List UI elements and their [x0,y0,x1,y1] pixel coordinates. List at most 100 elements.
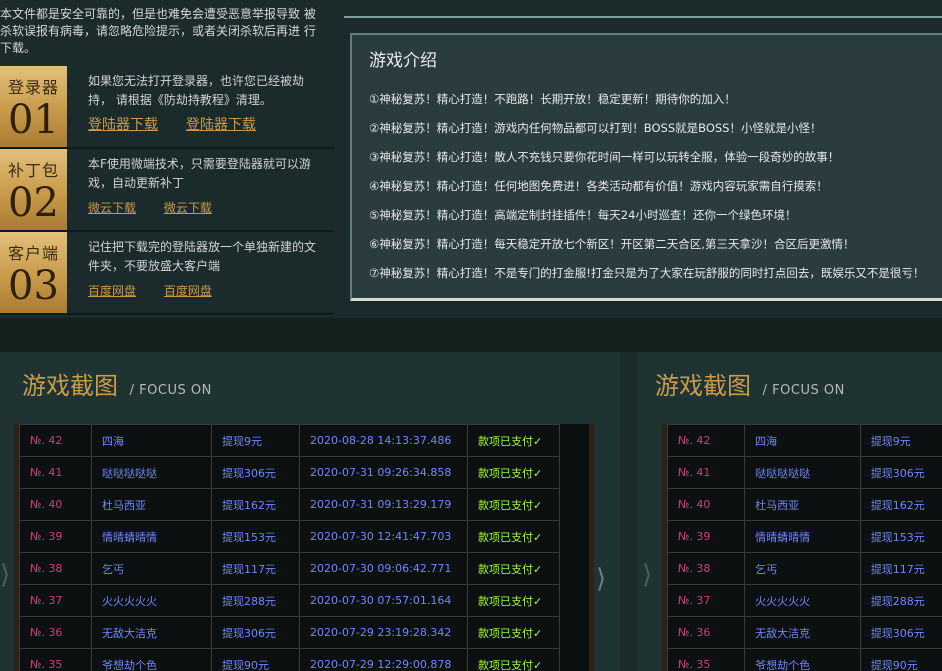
download-item-launcher: 登录器 01 如果您无法打开登录器，也许您已经被劫持， 请根据《防劫持教程》清理… [0,66,334,149]
payment-status: 款项已支付✓ [467,616,560,649]
withdraw-amount: 提现306元 [211,616,300,649]
player-name: 火火火火火 [91,584,212,617]
table-row: №. 38 乞丐 提现117元 [666,552,942,585]
table-row: №. 42 四海 提现9元 [666,424,942,457]
record-number: №. 36 [19,616,92,649]
launcher-download-link-2[interactable]: 登陆器下载 [186,117,256,133]
intro-item: ⑥神秘复苏！精心打造！每天稳定开放七个新区！开区第二天合区,第三天拿沙！合区后更… [369,237,855,251]
intro-item: ②神秘复苏！精心打造！游戏内任何物品都可以打到！BOSS就是BOSS！小怪就是小… [369,121,822,135]
table-row: №. 40 杜马西亚 提现162元 2020-07-31 09:13:29.179 款项… [19,488,560,521]
patch-download-link-1[interactable]: 微云下载 [88,201,136,215]
download-description: 本F使用微端技术，只需要登陆器就可以游戏，自动更新补丁 [88,157,311,190]
withdraw-amount: 提现162元 [859,488,942,521]
table-row: №. 36 无敌大洁克 提现306元 [666,616,942,649]
screenshot-section-right: 游戏截图 / FOCUS ON №. 42 四海 提现9元 №. 41 哒哒哒哒哒 提现3… [638,352,942,671]
withdraw-amount: 提现117元 [211,552,300,585]
player-name: 无敌大洁克 [744,616,861,649]
download-item-client: 客户端 03 记住把下载完的登陆器放一个单独新建的文件夹，不要放盛大客户端 百度… [0,232,334,315]
carousel-prev-icon[interactable]: ⟩ [0,562,10,588]
carousel-next-icon[interactable]: ⟩ [596,566,606,592]
download-badge-title: 客户端 [7,244,59,263]
client-download-link-2[interactable]: 百度网盘 [164,284,212,298]
withdraw-amount: 提现117元 [859,552,942,585]
download-list: 登录器 01 如果您无法打开登录器，也许您已经被劫持， 请根据《防劫持教程》清理… [0,66,334,315]
screenshot-subtitle: / FOCUS ON [762,383,845,398]
withdraw-amount: 提现9元 [859,424,942,457]
withdraw-time: 2020-08-28 14:13:37.486 [299,424,468,457]
record-number: №. 42 [19,424,92,457]
withdraw-time: 2020-07-29 23:19:28.342 [299,616,468,649]
table-row: №. 41 哒哒哒哒哒 提现306元 2020-07-31 09:26:34.858 款… [19,456,560,489]
payment-status: 款项已支付✓ [467,424,560,457]
client-download-link-1[interactable]: 百度网盘 [88,284,136,298]
withdraw-time: 2020-07-30 09:06:42.771 [299,552,468,585]
screenshot-title-text: 游戏截图 [655,372,751,400]
patch-download-link-2[interactable]: 微云下载 [164,201,212,215]
table-row: №. 35 爷想劫个色 提现90元 [666,648,942,671]
payment-status: 款项已支付✓ [467,552,560,585]
payment-status: 款项已支付✓ [467,456,560,489]
withdraw-time: 2020-07-30 07:57:01.164 [299,584,468,617]
table-row: №. 37 火火火火火 提现288元 [666,584,942,617]
screenshot-section-left: 游戏截图 / FOCUS ON №. 42 四海 提现9元 2020-08-28 14… [0,352,620,671]
carousel-prev-icon[interactable]: ⟩ [642,562,652,588]
table-row: №. 39 情晴蜻晴情 提现153元 [666,520,942,553]
table-row: №. 40 杜马西亚 提现162元 [666,488,942,521]
withdraw-time: 2020-07-31 09:13:29.179 [299,488,468,521]
player-name: 四海 [91,424,212,457]
security-notice: 本文件都是安全可靠的，但是也难免会遭受恶意举报导致 被杀软误报有病毒，请忽略危险… [0,7,316,55]
intro-list: ①神秘复苏！精心打造！不跑路！长期开放！稳定更新！期待你的加入！ ②神秘复苏！精… [369,85,942,288]
record-number: №. 40 [666,488,746,521]
player-name: 爷想劫个色 [91,648,212,671]
withdraw-time: 2020-07-29 12:29:00.878 [299,648,468,671]
record-number: №. 39 [19,520,92,553]
table-row: №. 38 乞丐 提现117元 2020-07-30 09:06:42.771 款项已支… [19,552,560,585]
record-number: №. 35 [19,648,92,671]
withdraw-time: 2020-07-31 09:26:34.858 [299,456,468,489]
player-name: 情晴蜻晴情 [744,520,861,553]
withdraw-amount: 提现90元 [211,648,300,671]
screenshot-title: 游戏截图 / FOCUS ON [22,366,212,401]
record-number: №. 38 [666,552,746,585]
intro-item: ⑦神秘复苏！精心打造！不是专门的打金服!打金只是为了大家在玩舒服的同时打点回去，… [369,266,925,280]
withdraw-records-table: №. 42 四海 提现9元 2020-08-28 14:13:37.486 款项已支付✓… [19,424,560,671]
player-name: 哒哒哒哒哒 [91,456,212,489]
player-name: 杜马西亚 [91,488,212,521]
screenshot-title: 游戏截图 / FOCUS ON [655,366,845,401]
withdraw-amount: 提现153元 [859,520,942,553]
withdraw-amount: 提现306元 [859,616,942,649]
record-number: №. 42 [666,424,746,457]
record-number: №. 40 [19,488,92,521]
table-row: №. 36 无敌大洁克 提现306元 2020-07-29 23:19:28.342 款… [19,616,560,649]
download-badge: 登录器 01 [0,66,67,147]
intro-item: ①神秘复苏！精心打造！不跑路！长期开放！稳定更新！期待你的加入！ [369,92,736,106]
withdraw-amount: 提现306元 [211,456,300,489]
player-name: 情晴蜻晴情 [91,520,212,553]
record-number: №. 35 [666,648,746,671]
section-divider [0,318,942,352]
intro-item: ④神秘复苏！精心打造！任何地图免费进！各类活动都有价值！游戏内容玩家需自行摸索！ [369,179,828,193]
record-number: №. 37 [19,584,92,617]
player-name: 无敌大洁克 [91,616,212,649]
withdraw-amount: 提现306元 [859,456,942,489]
player-name: 火火火火火 [744,584,861,617]
download-item-patch: 补丁包 02 本F使用微端技术，只需要登陆器就可以游戏，自动更新补丁 微云下载 … [0,149,334,232]
launcher-download-link-1[interactable]: 登陆器下载 [88,117,158,133]
withdraw-amount: 提现153元 [211,520,300,553]
screenshot-title-text: 游戏截图 [22,372,118,400]
player-name: 爷想劫个色 [744,648,861,671]
table-row: №. 41 哒哒哒哒哒 提现306元 [666,456,942,489]
record-number: №. 39 [666,520,746,553]
record-number: №. 41 [19,456,92,489]
download-badge-title: 补丁包 [7,161,59,180]
download-badge: 补丁包 02 [0,149,67,230]
withdraw-records-frame: №. 42 四海 提现9元 №. 41 哒哒哒哒哒 提现306元 №. 40 杜马西亚 提现16… [662,424,942,671]
player-name: 杜马西亚 [744,488,861,521]
intro-item: ⑤神秘复苏！精心打造！高端定制封挂插件！每天24小时巡查！还你一个绿色环境！ [369,208,797,222]
payment-status: 款项已支付✓ [467,648,560,671]
intro-item: ③神秘复苏！精心打造！散人不充钱只要你花时间一样可以玩转全服，体验一段奇妙的故事… [369,150,840,164]
record-number: №. 37 [666,584,746,617]
table-row: №. 37 火火火火火 提现288元 2020-07-30 07:57:01.164 款… [19,584,560,617]
download-badge-number: 02 [8,180,59,226]
withdraw-amount: 提现9元 [211,424,300,457]
